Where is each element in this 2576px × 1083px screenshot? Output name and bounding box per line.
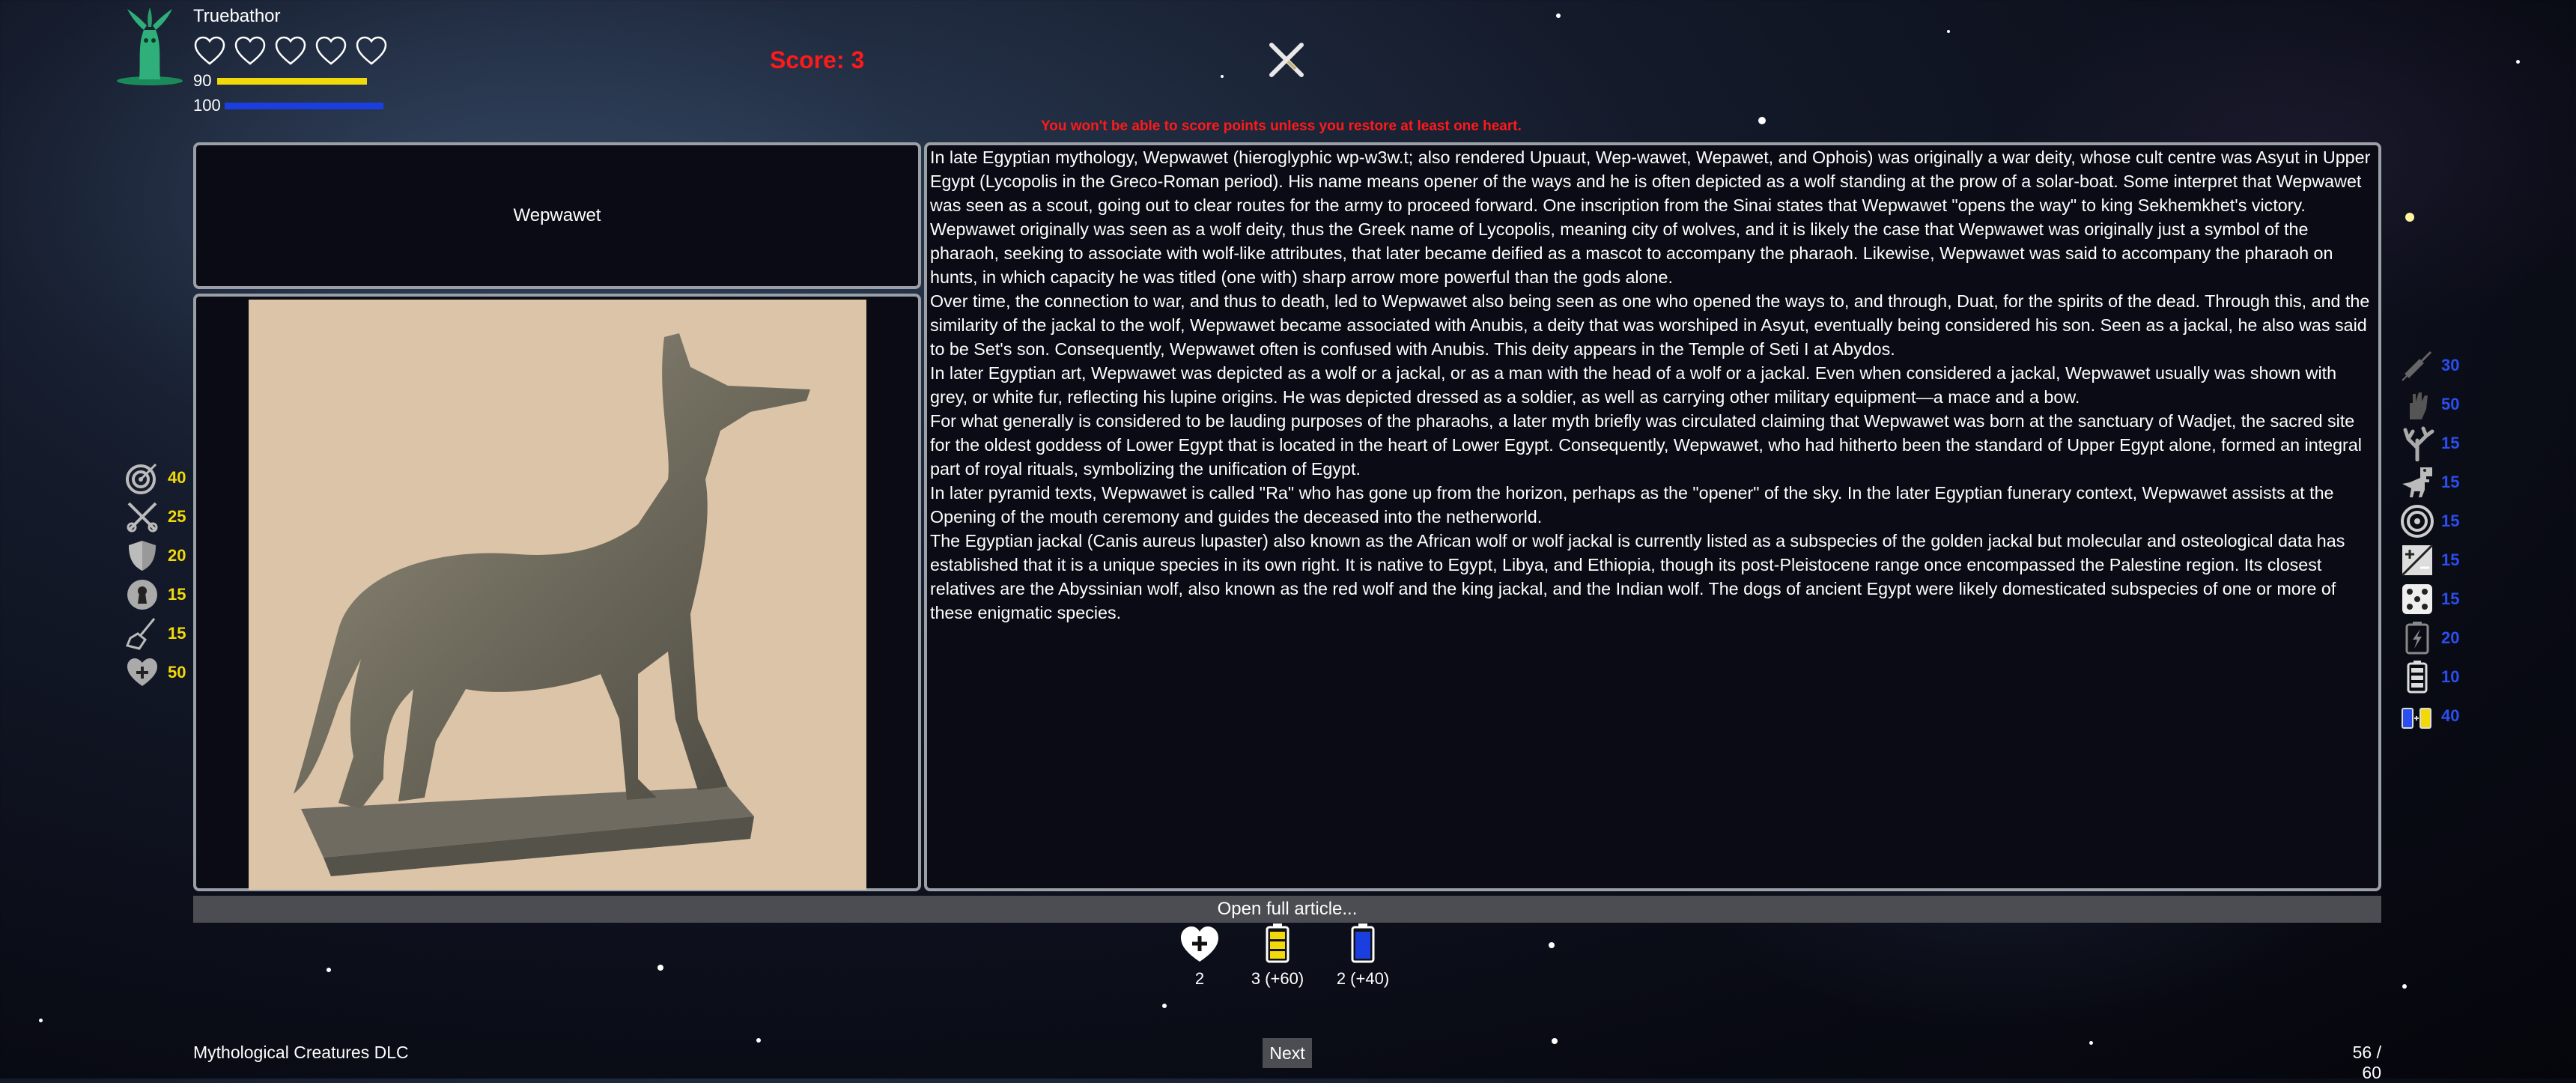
star [1221,75,1224,78]
star [1552,1038,1558,1044]
player-name: Truebathor [193,6,281,26]
creature-image [249,300,866,890]
star [1549,942,1555,948]
stat-shield: 20 [124,538,186,574]
next-button[interactable]: Next [1263,1038,1312,1068]
description-paragraph: Wepwawet originally was seen as a wolf d… [930,219,2333,287]
star [756,1038,761,1043]
spiral-icon [2401,505,2434,538]
creature-description: In late Egyptian mythology, Wepwawet (hi… [924,142,2381,891]
empty-heart-icon [194,36,225,65]
hearts-row [193,34,388,67]
inventory-count: 2 [1194,969,1205,988]
description-paragraph: Over time, the connection to war, and th… [930,291,2370,359]
inventory-heart-plus[interactable]: 2 [1179,923,1221,989]
star [1556,13,1561,18]
creature-image-panel [193,294,921,891]
stat-broom: 15 [124,616,186,652]
stat-heal: 50 [124,655,186,691]
star [2402,984,2407,989]
heart-plus-icon [1181,926,1218,962]
description-paragraph: The Egyptian jackal (Canis aureus lupast… [930,531,2345,622]
open-full-article-button[interactable]: Open full article... [193,896,2381,923]
creature-progress: 56 / 60 [2352,1043,2381,1082]
description-paragraph: In later Egyptian art, Wepwawet was depi… [930,363,2337,407]
stat-battery-pair: 40 [2399,698,2459,734]
health-value: 90 [193,71,212,90]
dice-icon [2402,584,2432,614]
dinosaur-icon [2402,467,2432,497]
star [1947,30,1950,33]
coral-icon [2403,426,2434,461]
star [2516,60,2520,64]
energy-bar [225,103,383,109]
creature-name: Wepwawet [513,205,601,225]
heart-warning: You won't be able to score points unless… [1041,118,1522,134]
score-display: Score: 3 [770,46,865,73]
battery-pair-icon [2402,708,2431,729]
close-icon [1269,43,1304,77]
broom-icon [125,618,156,650]
star [1758,117,1766,124]
battery-bolt-icon [2405,622,2429,655]
player-avatar [112,7,187,85]
battery-icon [2407,661,2428,694]
heart-plus-icon [127,658,157,686]
stat-swords: 25 [124,499,186,535]
star [2089,1041,2093,1045]
health-bar [217,78,367,85]
target-icon [126,463,157,494]
stat-dice: 15 [2399,581,2459,617]
crossed-swords-icon [127,502,158,533]
star [1162,1004,1167,1008]
yellow-battery-icon [1266,923,1289,963]
inventory-count: 2 (+40) [1336,969,1390,988]
description-paragraph: In later pyramid texts, Wepwawet is call… [930,483,2334,527]
close-button[interactable] [1266,39,1307,81]
star [39,1019,43,1022]
inventory-count: 3 (+60) [1251,969,1304,988]
empty-heart-icon [315,36,347,65]
description-paragraph: For what generally is considered to be l… [930,411,2362,479]
energy-value: 100 [193,96,221,115]
stat-syringe: 30 [2399,348,2459,383]
dlc-name: Mythological Creatures DLC [193,1043,409,1062]
stat-plus-minus: 15 [2399,542,2459,578]
stat-keyhole: 15 [124,577,186,613]
stat-battery-bolt: 20 [2399,620,2459,656]
stat-dinosaur: 15 [2399,464,2459,500]
stat-spiral: 15 [2399,503,2459,539]
inventory-blue-battery[interactable]: 2 (+40) [1325,923,1400,989]
shield-icon [129,541,156,571]
keyhole-icon [127,580,157,610]
star [2405,213,2414,222]
description-paragraph: In late Egyptian mythology, Wepwawet (hi… [930,148,2371,215]
stat-hand: 50 [2399,386,2459,422]
star [657,965,663,971]
star [326,968,331,972]
blue-battery-icon [1351,923,1375,963]
empty-heart-icon [356,36,387,65]
hand-icon [2410,392,2428,419]
empty-heart-icon [234,36,266,65]
stat-target: 40 [124,460,186,496]
creature-title-panel: Wepwawet [193,142,921,289]
empty-heart-icon [275,36,306,65]
plus-minus-icon [2401,544,2434,577]
stat-battery: 10 [2399,659,2459,695]
inventory-yellow-battery[interactable]: 3 (+60) [1240,923,1315,989]
syringe-icon [2402,351,2432,381]
stat-coral: 15 [2399,425,2459,461]
